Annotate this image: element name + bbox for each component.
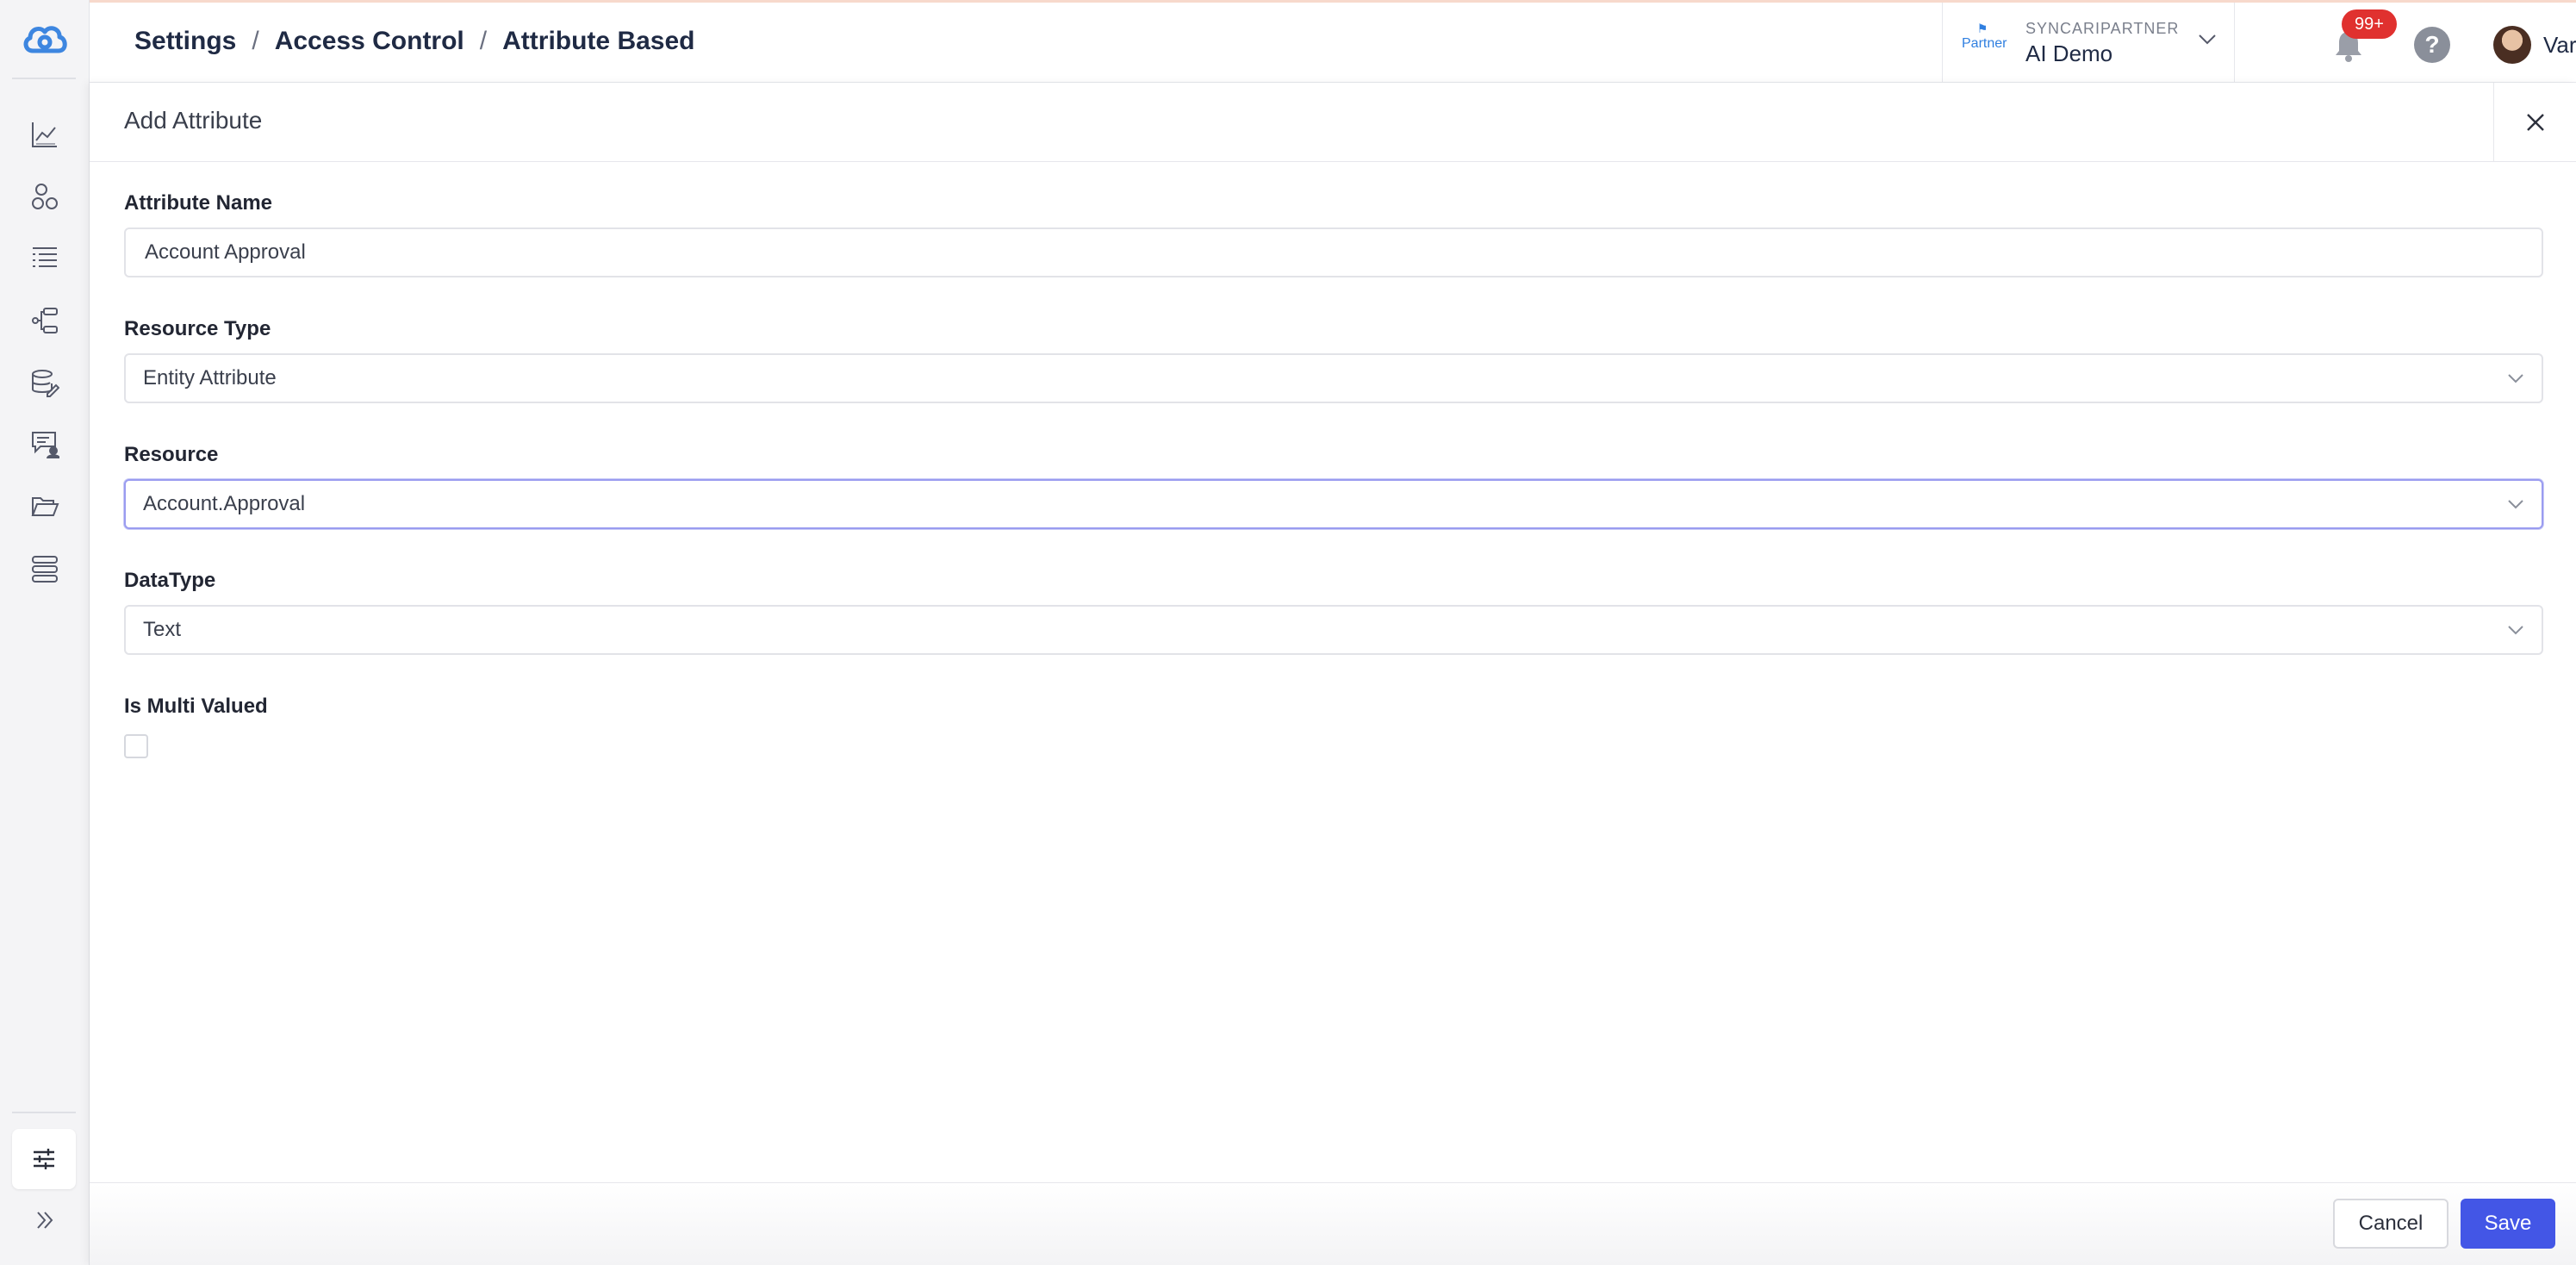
breadcrumb-settings[interactable]: Settings	[134, 27, 236, 56]
database-edit-icon	[32, 370, 59, 397]
chevron-down-icon	[2508, 626, 2523, 635]
breadcrumb-separator: /	[252, 27, 259, 55]
sliders-icon	[34, 1149, 54, 1169]
close-button[interactable]	[2493, 83, 2576, 162]
sidebar	[0, 0, 90, 1265]
chevron-down-icon	[2508, 500, 2523, 509]
sidebar-item-dashboard[interactable]	[19, 109, 71, 160]
chevron-down-icon	[2199, 34, 2216, 45]
sidebar-item-files[interactable]	[19, 481, 71, 533]
sidebar-divider	[12, 78, 76, 79]
datatype-select[interactable]: Text	[124, 605, 2543, 655]
help-icon[interactable]: ?	[2414, 27, 2450, 63]
attribute-name-label: Attribute Name	[124, 191, 273, 215]
breadcrumb-access-control[interactable]: Access Control	[275, 27, 464, 56]
folder-open-icon	[31, 497, 59, 516]
sidebar-item-schema[interactable]	[19, 233, 71, 284]
close-icon	[2526, 114, 2544, 131]
attribute-name-field[interactable]	[124, 227, 2543, 277]
resource-value: Account.Approval	[143, 492, 306, 515]
user-name: Varsha	[2543, 31, 2576, 58]
cancel-button[interactable]: Cancel	[2333, 1199, 2448, 1249]
sidebar-item-entities[interactable]	[19, 171, 71, 222]
sidebar-item-data[interactable]	[19, 357, 71, 408]
breadcrumb-attribute-based: Attribute Based	[502, 27, 695, 55]
breadcrumb: Settings / Access Control / Attribute Ba…	[134, 27, 694, 56]
save-button[interactable]: Save	[2461, 1199, 2555, 1249]
resource-type-value: Entity Attribute	[143, 366, 277, 389]
user-menu[interactable]: Varsha	[2493, 23, 2576, 66]
partner-badge: ⚑ Partner	[1962, 22, 2007, 59]
partner-badge-label: Partner	[1962, 36, 2007, 51]
chevron-down-icon	[2508, 374, 2523, 383]
sidebar-expand-button[interactable]	[19, 1194, 71, 1246]
sidebar-divider	[12, 1112, 76, 1113]
stack-icon	[32, 556, 58, 583]
resource-type-select[interactable]: Entity Attribute	[124, 353, 2543, 403]
sidebar-item-users[interactable]	[19, 419, 71, 470]
nodes-icon	[32, 184, 58, 209]
double-chevron-right-icon	[37, 1212, 53, 1229]
panel-title: Add Attribute	[124, 107, 263, 134]
notification-count-badge: 99+	[2342, 9, 2397, 39]
cloud-logo-icon[interactable]	[17, 17, 72, 60]
partner-flag-icon: ⚑	[1976, 22, 1988, 35]
resource-type-label: Resource Type	[124, 317, 271, 340]
panel-header: Add Attribute	[90, 83, 2576, 162]
attribute-name-input[interactable]	[143, 240, 2524, 265]
list-icon	[33, 247, 57, 267]
multi-valued-label: Is Multi Valued	[124, 695, 268, 718]
breadcrumb-separator: /	[479, 27, 488, 55]
add-attribute-panel: Add Attribute Attribute Name Resource Ty…	[90, 83, 2576, 1265]
resource-label: Resource	[124, 443, 219, 466]
panel-footer: Cancel Save	[90, 1182, 2576, 1265]
sidebar-item-logs[interactable]	[19, 543, 71, 595]
sidebar-item-settings[interactable]	[12, 1129, 76, 1189]
tenant-switcher[interactable]: ⚑ Partner SYNCARIPARTNER AI Demo	[1942, 3, 2235, 83]
datatype-value: Text	[143, 618, 182, 641]
tenant-name: AI Demo	[2025, 41, 2113, 66]
flow-icon	[32, 308, 58, 333]
tenant-org: SYNCARIPARTNER	[2025, 20, 2180, 37]
user-chat-icon	[32, 432, 59, 459]
datatype-label: DataType	[124, 569, 216, 592]
multi-valued-checkbox[interactable]	[124, 734, 148, 758]
top-bar: Settings / Access Control / Attribute Ba…	[90, 0, 2576, 83]
avatar	[2493, 26, 2531, 64]
resource-select[interactable]: Account.Approval	[124, 479, 2543, 529]
sidebar-item-pipelines[interactable]	[19, 295, 71, 346]
chart-line-icon	[32, 122, 57, 147]
